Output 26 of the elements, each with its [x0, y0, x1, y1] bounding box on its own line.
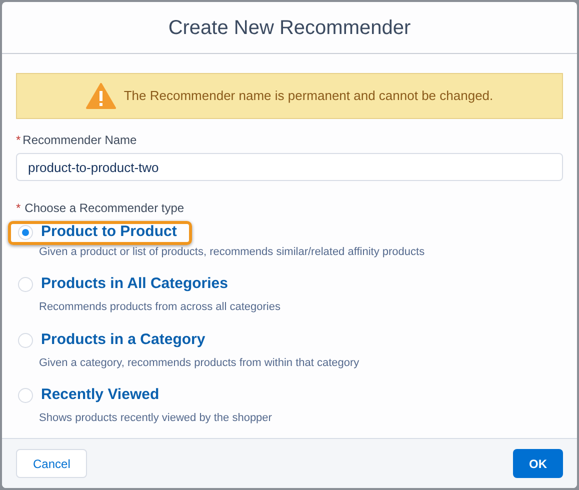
ok-button[interactable]: OK: [513, 449, 563, 478]
radio-option[interactable]: Products in All Categories: [8, 272, 243, 296]
warning-text: The Recommender name is permanent and cannot be changed.: [124, 87, 494, 106]
recommender-name-field[interactable]: product-to-product-two: [16, 153, 563, 181]
option-title: Products in All Categories: [41, 274, 228, 294]
cancel-button[interactable]: Cancel: [16, 449, 88, 478]
option-description: Shows products recently viewed by the shopper: [38, 411, 273, 425]
required-mark: *: [16, 200, 21, 217]
option-description: Given a product or list of products, recommends similar/related affinity products: [38, 244, 426, 258]
radio-option[interactable]: Products in a Category: [8, 328, 220, 352]
required-mark: *: [16, 132, 21, 149]
radio-button[interactable]: [18, 225, 33, 240]
dialog-title: Create New Recommender: [168, 16, 411, 40]
option-title: Product to Product: [41, 222, 177, 242]
radio-button[interactable]: [18, 388, 33, 403]
warning-icon: [86, 83, 116, 109]
option-description: Given a category, recommends products from within that category: [38, 356, 360, 370]
radio-button[interactable]: [18, 332, 33, 348]
group-label: Choose a Recommender type: [24, 200, 184, 217]
option-title: Recently Viewed: [41, 385, 160, 406]
radio-button[interactable]: [18, 277, 33, 292]
option-description: Recommends products from across all categories: [38, 300, 282, 314]
option-title: Products in a Category: [41, 330, 206, 350]
radio-option[interactable]: Product to Product: [8, 220, 192, 244]
radio-option[interactable]: Recently Viewed: [8, 384, 174, 408]
field-label: Recommender Name: [22, 132, 137, 149]
